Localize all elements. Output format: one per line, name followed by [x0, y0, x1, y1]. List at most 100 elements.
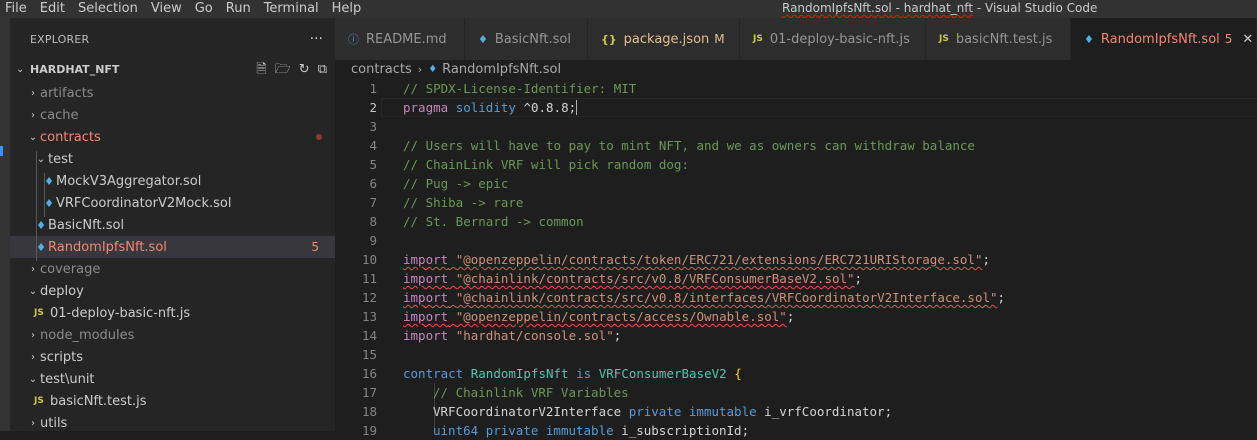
more-actions-icon[interactable]: ···: [310, 31, 323, 47]
tab-basicnft[interactable]: ♦ BasicNft.sol: [465, 18, 588, 60]
ethereum-icon: ♦: [1084, 32, 1094, 46]
code-text: ^0.8.8;: [523, 100, 577, 115]
tab-label: README.md: [366, 31, 447, 47]
tree-item-artifacts[interactable]: › artifacts: [10, 82, 335, 104]
tab-basicnft-test[interactable]: JS basicNft.test.js: [926, 18, 1071, 60]
line-number: 1: [369, 81, 377, 96]
close-icon[interactable]: ✕: [1242, 32, 1253, 47]
code-line: // Pug -> epic: [403, 174, 508, 193]
menu-go[interactable]: Go: [190, 0, 221, 18]
tree-item-mockv3aggregator[interactable]: ♦ MockV3Aggregator.sol: [10, 170, 335, 192]
line-number: 9: [369, 233, 377, 248]
code-keyword: import: [403, 252, 449, 267]
info-icon: ⓘ: [348, 33, 359, 46]
window-title-project: hardhat_nft: [903, 1, 974, 15]
code-comment: // SPDX-License-Identifier: MIT: [403, 81, 637, 96]
collapse-all-icon[interactable]: ⧉: [318, 60, 327, 79]
window-title-sep: -: [891, 1, 904, 15]
js-icon: JS: [34, 308, 44, 318]
tree-item-basicnft[interactable]: ♦ BasicNft.sol: [10, 214, 335, 236]
chevron-down-icon: ⌄: [28, 285, 38, 297]
code-text: i_vrfCoordinator;: [764, 404, 893, 419]
tree-item-label: scripts: [40, 349, 83, 365]
tree-item-label: coverage: [40, 261, 101, 277]
tree-item-test-unit[interactable]: ⌄ test\unit: [10, 368, 335, 390]
project-header[interactable]: ⌄ HARDHAT_NFT 🗎 🗁 ↻ ⧉: [10, 60, 335, 79]
tree-item-scripts[interactable]: › scripts: [10, 346, 335, 368]
tree-item-contracts[interactable]: ⌄ contracts: [10, 126, 335, 148]
code-keyword: solidity: [455, 100, 516, 115]
code-keyword: immutable: [688, 404, 757, 419]
window-title-file: RandomIpfsNft.sol: [782, 1, 892, 15]
menu-file[interactable]: File: [0, 0, 35, 18]
tab-readme[interactable]: ⓘ README.md: [335, 18, 465, 60]
code-comment: // Shiba -> rare: [403, 195, 524, 210]
menu-help[interactable]: Help: [327, 0, 370, 18]
tree-item-01-deploy-basic-nft[interactable]: JS 01-deploy-basic-nft.js: [10, 302, 335, 324]
js-icon: JS: [939, 34, 949, 44]
tab-package-json[interactable]: {} package.json M: [588, 18, 740, 60]
tree-item-label: test: [48, 151, 73, 167]
tree-item-label: node_modules: [40, 327, 135, 343]
chevron-right-icon: ›: [417, 62, 423, 76]
code-comment: // ChainLink VRF will pick random dog:: [403, 157, 689, 172]
explorer-header: EXPLORER ···: [10, 18, 335, 60]
line-number: 6: [369, 176, 377, 191]
code-keyword: contract: [403, 366, 464, 381]
window-title-sep: -: [973, 1, 985, 15]
code-keyword: private: [628, 404, 682, 419]
code-line: import "@chainlink/contracts/src/v0.8/VR…: [403, 269, 862, 288]
menu-view[interactable]: View: [146, 0, 190, 18]
menu-terminal[interactable]: Terminal: [259, 0, 327, 18]
menu-run[interactable]: Run: [221, 0, 259, 18]
chevron-right-icon: ›: [31, 351, 35, 363]
code-keyword: pragma: [403, 100, 449, 115]
refresh-icon[interactable]: ↻: [299, 60, 310, 79]
code-text: ;: [786, 309, 795, 324]
code-editor[interactable]: 1 2 3 4 5 6 7 8 9 10 11 12 13 14 15 16 1…: [335, 79, 1257, 438]
breadcrumb-file[interactable]: RandomIpfsNft.sol: [442, 62, 561, 77]
code-string: "@chainlink/contracts/src/v0.8/VRFConsum…: [455, 271, 855, 286]
tab-randomipfsnft[interactable]: ♦ RandomIpfsNft.sol 5 ✕: [1071, 18, 1257, 60]
tree-item-deploy[interactable]: ⌄ deploy: [10, 280, 335, 302]
tab-01-deploy-basic-nft[interactable]: JS 01-deploy-basic-nft.js: [740, 18, 926, 60]
menu-selection[interactable]: Selection: [73, 0, 146, 18]
tree-item-test[interactable]: ⌄ test: [10, 148, 335, 170]
code-bracket: {: [734, 366, 742, 381]
code-keyword: import: [403, 290, 449, 305]
code-string: "@openzeppelin/contracts/token/ERC721/ex…: [455, 252, 983, 267]
file-tree: › artifacts › cache ⌄ contracts ⌄ test ♦ Mock…: [10, 82, 335, 434]
code-line: // Users will have to pay to mint NFT, a…: [403, 136, 975, 155]
code-line: import "@openzeppelin/contracts/access/O…: [403, 307, 794, 326]
tree-item-cache[interactable]: › cache: [10, 104, 335, 126]
chevron-right-icon: ›: [31, 263, 35, 275]
tree-item-randomipfsnft[interactable]: ♦ RandomIpfsNft.sol 5: [10, 236, 335, 258]
tree-item-basicnft-test[interactable]: JS basicNft.test.js: [10, 390, 335, 412]
code-keyword: import: [403, 328, 449, 343]
code-comment: // Chainlink VRF Variables: [433, 385, 629, 400]
tree-item-label: test\unit: [40, 371, 95, 387]
problem-count-badge: 5: [1224, 32, 1233, 46]
problem-count-badge: 5: [311, 240, 319, 254]
tree-item-coverage[interactable]: › coverage: [10, 258, 335, 280]
code-line: // Shiba -> rare: [403, 193, 523, 212]
new-folder-icon[interactable]: 🗁: [275, 60, 291, 79]
tab-label: 01-deploy-basic-nft.js: [769, 31, 910, 47]
line-number: 2: [369, 100, 377, 115]
tree-item-vrfcoordinatorv2mock[interactable]: ♦ VRFCoordinatorV2Mock.sol: [10, 192, 335, 214]
tab-label: package.json: [623, 31, 710, 47]
code-line: contract RandomIpfsNft is VRFConsumerBas…: [403, 364, 742, 383]
json-icon: {}: [601, 32, 617, 46]
code-line: // Chainlink VRF Variables: [433, 383, 629, 402]
code-string: "hardhat/console.sol": [455, 328, 614, 343]
explorer-title: EXPLORER: [30, 32, 90, 46]
code-text: ;: [854, 271, 863, 286]
chevron-right-icon: ›: [31, 417, 35, 429]
breadcrumb-folder[interactable]: contracts: [351, 62, 412, 77]
line-number: 4: [369, 138, 377, 153]
chevron-right-icon: ›: [31, 329, 35, 341]
tree-item-label: cache: [40, 107, 79, 123]
new-file-icon[interactable]: 🗎: [256, 60, 266, 79]
tree-item-node-modules[interactable]: › node_modules: [10, 324, 335, 346]
menu-edit[interactable]: Edit: [35, 0, 73, 18]
